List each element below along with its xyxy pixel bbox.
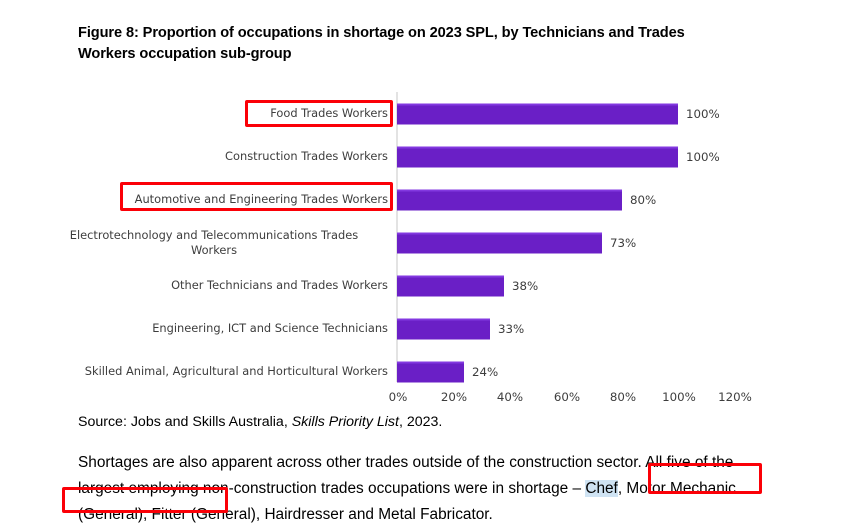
body-paragraph: Shortages are also apparent across other…	[78, 450, 778, 528]
x-tick-120: 120%	[718, 390, 752, 404]
source-note: Source: Jobs and Skills Australia, Skill…	[78, 414, 442, 430]
bar-construction-trades-workers	[397, 146, 678, 167]
chart-row: Other Technicians and Trades Workers 38%	[0, 264, 864, 307]
source-note-suffix: , 2023.	[398, 414, 443, 430]
chart-rows: Food Trades Workers 100% Construction Tr…	[0, 92, 864, 393]
bar-value-engineering-ict-science-technicians: 33%	[498, 321, 525, 336]
bar-zone: 80%	[394, 178, 864, 221]
chart-row: Engineering, ICT and Science Technicians…	[0, 307, 864, 350]
category-label-construction-trades-workers: Construction Trades Workers	[225, 149, 388, 163]
bar-value-electrotechnology-telecommunications-trades-workers: 73%	[610, 235, 637, 250]
bar-skilled-animal-agricultural-horticultural-workers	[397, 361, 464, 382]
category-label-automotive-engineering-trades-workers: Automotive and Engineering Trades Worker…	[134, 192, 388, 206]
x-tick-20: 20%	[440, 390, 468, 404]
bar-zone: 100%	[394, 135, 864, 178]
chart-row: Automotive and Engineering Trades Worker…	[0, 178, 864, 221]
category-label-food-trades-workers: Food Trades Workers	[270, 106, 388, 120]
bar-automotive-engineering-trades-workers	[397, 189, 622, 210]
bar-electrotechnology-telecommunications-trades-workers	[397, 232, 602, 253]
source-note-publication: Skills Priority List	[291, 414, 399, 430]
selected-text-chef[interactable]: Chef	[585, 480, 618, 497]
bar-food-trades-workers	[397, 103, 678, 124]
category-label-other-technicians-trades-workers: Other Technicians and Trades Workers	[171, 278, 388, 292]
chart-row: Skilled Animal, Agricultural and Horticu…	[0, 350, 864, 393]
chart-row: Food Trades Workers 100%	[0, 92, 864, 135]
bar-engineering-ict-science-technicians	[397, 318, 490, 339]
figure-caption: Figure 8: Proportion of occupations in s…	[78, 25, 685, 62]
bar-zone: 33%	[394, 307, 864, 350]
x-tick-60: 60%	[553, 390, 581, 404]
category-label-skilled-animal-agricultural-horticultural-workers: Skilled Animal, Agricultural and Horticu…	[84, 364, 388, 378]
bar-zone: 24%	[394, 350, 864, 393]
chart-row: Electrotechnology and Telecommunications…	[0, 221, 864, 264]
bar-value-automotive-engineering-trades-workers: 80%	[630, 192, 657, 207]
source-note-prefix: Source: Jobs and Skills Australia,	[78, 414, 292, 430]
bar-value-food-trades-workers: 100%	[686, 106, 720, 121]
bar-value-other-technicians-trades-workers: 38%	[512, 278, 539, 293]
category-label-electrotechnology-telecommunications-trades-workers: Electrotechnology and Telecommunications…	[69, 227, 359, 257]
bar-zone: 73%	[394, 221, 864, 264]
category-label-engineering-ict-science-technicians: Engineering, ICT and Science Technicians	[152, 321, 388, 335]
x-tick-80: 80%	[609, 390, 637, 404]
bar-zone: 100%	[394, 92, 864, 135]
bar-zone: 38%	[394, 264, 864, 307]
bar-other-technicians-trades-workers	[397, 275, 504, 296]
x-tick-100: 100%	[662, 390, 696, 404]
chart-row: Construction Trades Workers 100%	[0, 135, 864, 178]
x-tick-40: 40%	[496, 390, 524, 404]
bar-chart: Food Trades Workers 100% Construction Tr…	[0, 92, 864, 392]
x-axis: 0% 20% 40% 60% 80% 100% 120%	[0, 390, 864, 410]
bar-value-skilled-animal-agricultural-horticultural-workers: 24%	[472, 364, 499, 379]
x-tick-0: 0%	[388, 390, 408, 404]
bar-value-construction-trades-workers: 100%	[686, 149, 720, 164]
